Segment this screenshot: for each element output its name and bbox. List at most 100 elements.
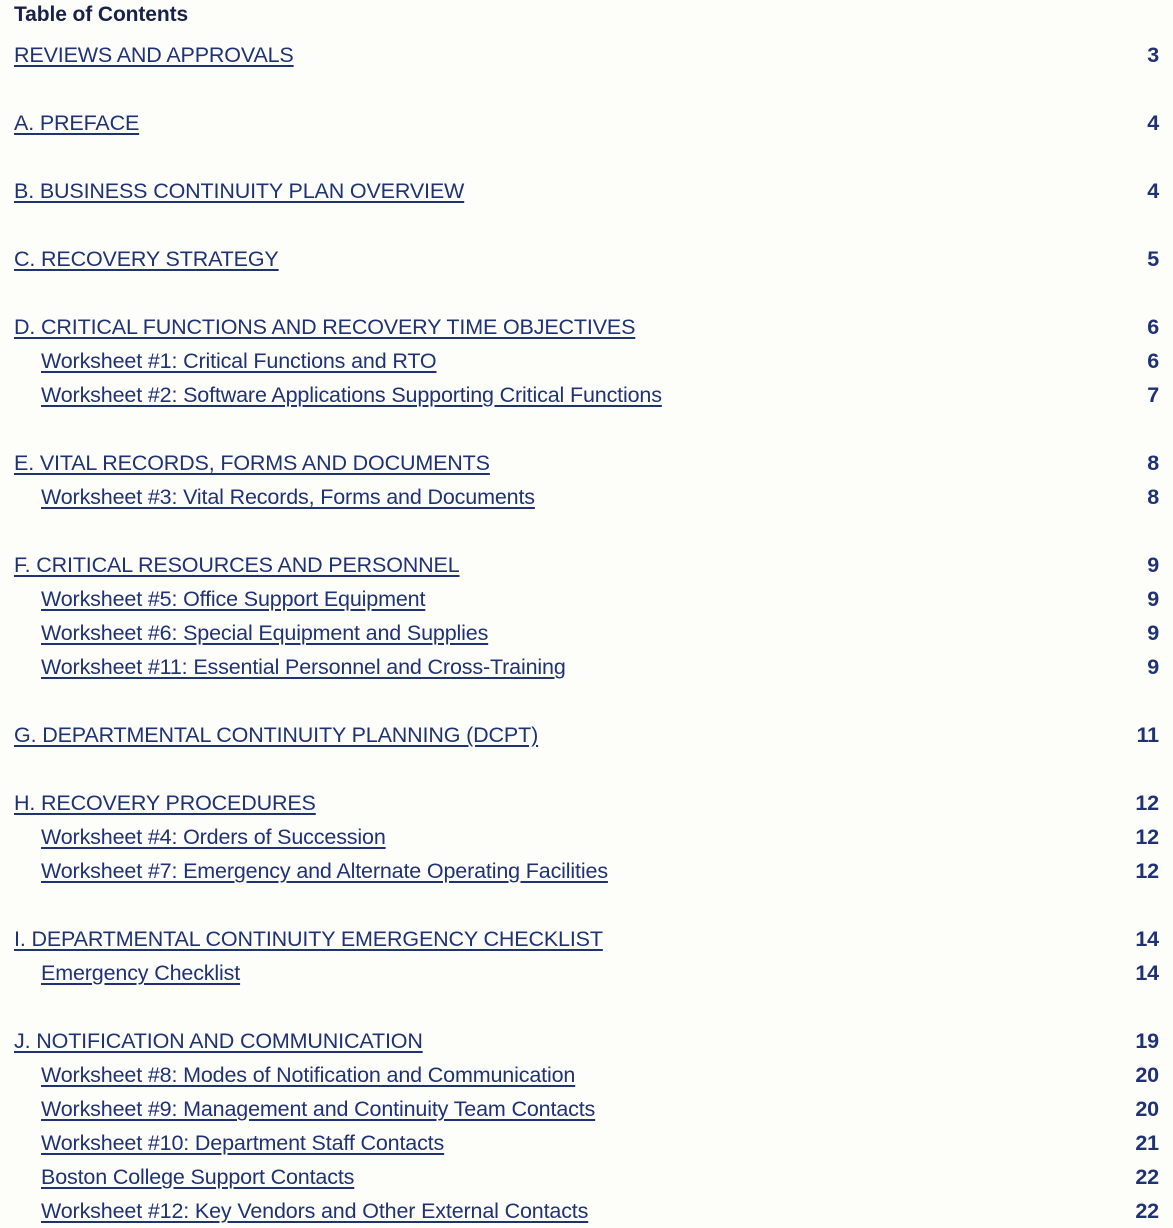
toc-entry-label[interactable]: Worksheet #11: Essential Personnel and C… <box>41 650 566 684</box>
toc-entry[interactable]: F. CRITICAL RESOURCES AND PERSONNEL 9 <box>0 548 1173 582</box>
toc-dot-leader <box>490 449 1131 471</box>
toc-dot-leader <box>139 109 1131 131</box>
toc-entry[interactable]: Emergency Checklist 14 <box>0 956 1173 990</box>
toc-entry-page-number[interactable]: 11 <box>1131 718 1160 752</box>
toc-entry-page-number[interactable]: 22 <box>1131 1194 1159 1228</box>
toc-entry-page-number[interactable]: 9 <box>1131 650 1159 684</box>
toc-entry-label[interactable]: Worksheet #4: Orders of Succession <box>41 820 386 854</box>
toc-entry-label[interactable]: G. DEPARTMENTAL CONTINUITY PLANNING (DCP… <box>14 718 538 752</box>
toc-entry[interactable]: Worksheet #7: Emergency and Alternate Op… <box>0 854 1173 888</box>
toc-dot-leader <box>354 1163 1131 1185</box>
toc-dot-leader <box>488 619 1131 641</box>
toc-entry-label[interactable]: Worksheet #1: Critical Functions and RTO <box>41 344 437 378</box>
toc-entry-label[interactable]: Worksheet #6: Special Equipment and Supp… <box>41 616 488 650</box>
toc-entry-label[interactable]: Worksheet #5: Office Support Equipment <box>41 582 425 616</box>
toc-dot-leader <box>608 857 1131 879</box>
toc-entry-page-number[interactable]: 4 <box>1131 174 1159 208</box>
toc-entry[interactable]: Worksheet #2: Software Applications Supp… <box>0 378 1173 412</box>
toc-entry-page-number[interactable]: 19 <box>1131 1024 1159 1058</box>
toc-entry-label[interactable]: D. CRITICAL FUNCTIONS AND RECOVERY TIME … <box>14 310 635 344</box>
toc-dot-leader <box>437 347 1131 369</box>
toc-dot-leader <box>279 245 1131 267</box>
toc-dot-leader <box>294 41 1131 63</box>
toc-entry-page-number[interactable]: 9 <box>1131 616 1159 650</box>
toc-entry[interactable]: Worksheet #3: Vital Records, Forms and D… <box>0 480 1173 514</box>
toc-entry-page-number[interactable]: 9 <box>1131 582 1159 616</box>
toc-entry[interactable]: Worksheet #4: Orders of Succession 12 <box>0 820 1173 854</box>
toc-entry-label[interactable]: J. NOTIFICATION AND COMMUNICATION <box>14 1024 423 1058</box>
toc-entry-page-number[interactable]: 8 <box>1131 480 1159 514</box>
toc-entry[interactable]: H. RECOVERY PROCEDURES 12 <box>0 786 1173 820</box>
toc-dot-leader <box>316 789 1131 811</box>
toc-dot-leader <box>464 177 1131 199</box>
table-of-contents-page: Table of Contents REVIEWS AND APPROVALS 3… <box>0 0 1173 1223</box>
toc-entry[interactable]: G. DEPARTMENTAL CONTINUITY PLANNING (DCP… <box>0 718 1173 752</box>
toc-entry[interactable]: Worksheet #11: Essential Personnel and C… <box>0 650 1173 684</box>
toc-entry-label[interactable]: Worksheet #10: Department Staff Contacts <box>41 1126 444 1160</box>
toc-entry-label[interactable]: Worksheet #9: Management and Continuity … <box>41 1092 595 1126</box>
toc-entry-label[interactable]: Worksheet #7: Emergency and Alternate Op… <box>41 854 608 888</box>
toc-entry-page-number[interactable]: 9 <box>1131 548 1159 582</box>
toc-dot-leader <box>603 925 1131 947</box>
toc-entry-label[interactable]: C. RECOVERY STRATEGY <box>14 242 279 276</box>
toc-dot-leader <box>444 1129 1131 1151</box>
toc-entry-label[interactable]: Worksheet #12: Key Vendors and Other Ext… <box>41 1194 588 1228</box>
toc-entry[interactable]: Worksheet #12: Key Vendors and Other Ext… <box>0 1194 1173 1228</box>
toc-dot-leader <box>535 483 1131 505</box>
toc-entry[interactable]: J. NOTIFICATION AND COMMUNICATION 19 <box>0 1024 1173 1058</box>
toc-entry-list: REVIEWS AND APPROVALS3A. PREFACE4B. BUSI… <box>0 38 1173 1228</box>
toc-entry[interactable]: Worksheet #5: Office Support Equipment 9 <box>0 582 1173 616</box>
toc-entry[interactable]: Worksheet #8: Modes of Notification and … <box>0 1058 1173 1092</box>
toc-entry-page-number[interactable]: 14 <box>1131 956 1159 990</box>
toc-entry-page-number[interactable]: 6 <box>1131 344 1159 378</box>
toc-entry-page-number[interactable]: 5 <box>1131 242 1159 276</box>
toc-entry-page-number[interactable]: 3 <box>1131 38 1159 72</box>
toc-entry-label[interactable]: Worksheet #8: Modes of Notification and … <box>41 1058 575 1092</box>
toc-dot-leader <box>662 381 1131 403</box>
toc-entry[interactable]: Worksheet #1: Critical Functions and RTO… <box>0 344 1173 378</box>
page-title: Table of Contents <box>14 3 189 26</box>
toc-entry-label[interactable]: Worksheet #2: Software Applications Supp… <box>41 378 662 412</box>
toc-dot-leader <box>386 823 1131 845</box>
toc-dot-leader <box>566 653 1131 675</box>
toc-entry-label[interactable]: H. RECOVERY PROCEDURES <box>14 786 316 820</box>
toc-dot-leader <box>425 585 1131 607</box>
toc-entry-label[interactable]: I. DEPARTMENTAL CONTINUITY EMERGENCY CHE… <box>14 922 603 956</box>
toc-entry-page-number[interactable]: 20 <box>1131 1058 1159 1092</box>
toc-dot-leader <box>423 1027 1131 1049</box>
toc-entry-page-number[interactable]: 4 <box>1131 106 1159 140</box>
toc-entry[interactable]: Worksheet #10: Department Staff Contacts… <box>0 1126 1173 1160</box>
toc-entry[interactable]: E. VITAL RECORDS, FORMS AND DOCUMENTS 8 <box>0 446 1173 480</box>
toc-entry-page-number[interactable]: 12 <box>1131 786 1159 820</box>
toc-dot-leader <box>588 1197 1131 1219</box>
toc-entry[interactable]: REVIEWS AND APPROVALS 3 <box>0 38 1173 72</box>
toc-entry-label[interactable]: Emergency Checklist <box>41 956 240 990</box>
toc-entry[interactable]: A. PREFACE 4 <box>0 106 1173 140</box>
toc-entry-label[interactable]: A. PREFACE <box>14 106 139 140</box>
toc-entry[interactable]: C. RECOVERY STRATEGY 5 <box>0 242 1173 276</box>
toc-dot-leader <box>460 551 1131 573</box>
toc-entry-label[interactable]: B. BUSINESS CONTINUITY PLAN OVERVIEW <box>14 174 464 208</box>
toc-entry[interactable]: Worksheet #6: Special Equipment and Supp… <box>0 616 1173 650</box>
toc-entry-page-number[interactable]: 21 <box>1131 1126 1159 1160</box>
toc-dot-leader <box>240 959 1131 981</box>
toc-dot-leader <box>595 1095 1131 1117</box>
toc-dot-leader <box>635 313 1131 335</box>
toc-entry-page-number[interactable]: 14 <box>1131 922 1159 956</box>
toc-entry-label[interactable]: F. CRITICAL RESOURCES AND PERSONNEL <box>14 548 460 582</box>
toc-dot-leader <box>538 721 1131 743</box>
toc-entry-page-number[interactable]: 20 <box>1131 1092 1159 1126</box>
toc-entry-page-number[interactable]: 7 <box>1131 378 1159 412</box>
toc-entry-page-number[interactable]: 12 <box>1131 854 1159 888</box>
toc-entry-page-number[interactable]: 6 <box>1131 310 1159 344</box>
toc-entry-label[interactable]: Worksheet #3: Vital Records, Forms and D… <box>41 480 535 514</box>
toc-dot-leader <box>575 1061 1131 1083</box>
toc-entry[interactable]: D. CRITICAL FUNCTIONS AND RECOVERY TIME … <box>0 310 1173 344</box>
toc-entry-page-number[interactable]: 8 <box>1131 446 1159 480</box>
toc-entry-label[interactable]: E. VITAL RECORDS, FORMS AND DOCUMENTS <box>14 446 490 480</box>
toc-entry[interactable]: B. BUSINESS CONTINUITY PLAN OVERVIEW 4 <box>0 174 1173 208</box>
toc-entry[interactable]: Worksheet #9: Management and Continuity … <box>0 1092 1173 1126</box>
toc-entry-label[interactable]: REVIEWS AND APPROVALS <box>14 38 294 72</box>
toc-entry-page-number[interactable]: 12 <box>1131 820 1159 854</box>
toc-entry[interactable]: I. DEPARTMENTAL CONTINUITY EMERGENCY CHE… <box>0 922 1173 956</box>
